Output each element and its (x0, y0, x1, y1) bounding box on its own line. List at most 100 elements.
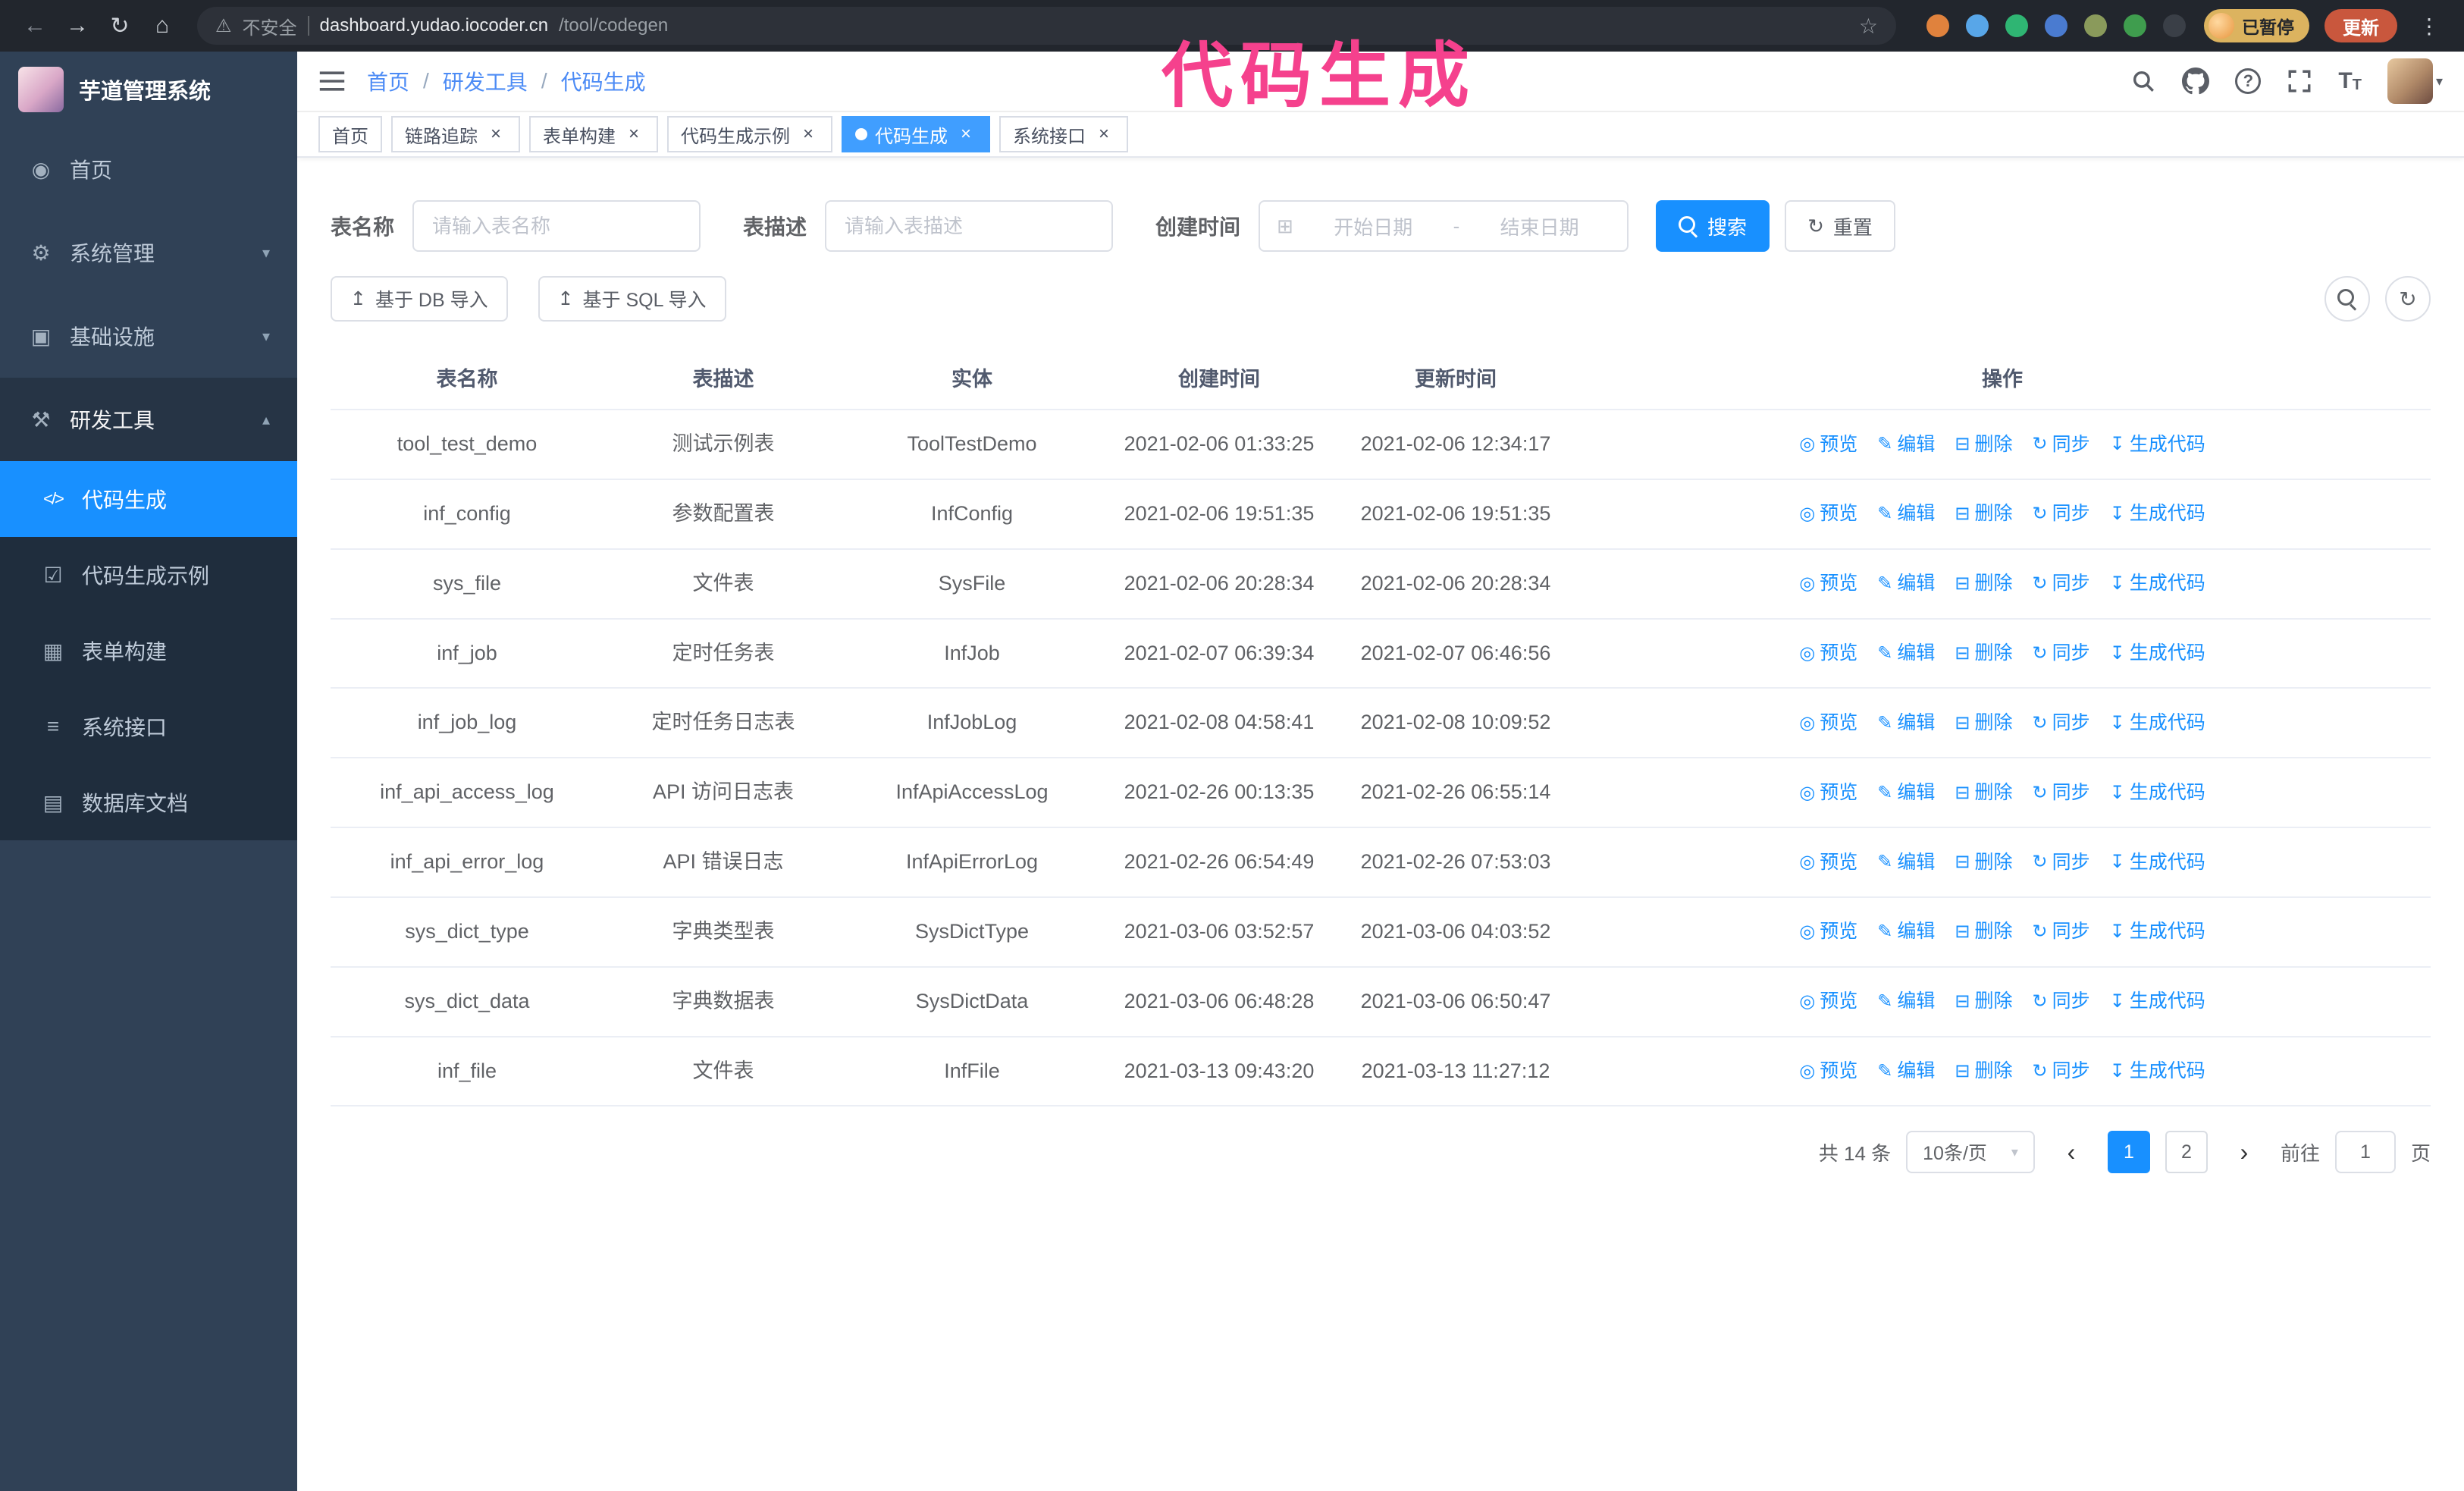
search-button[interactable]: 搜索 (1656, 200, 1770, 252)
preview-link[interactable]: ◎ 预览 (1799, 430, 1857, 460)
preview-link[interactable]: ◎ 预览 (1799, 917, 1857, 946)
sidebar-item-system-api[interactable]: ≡ 系统接口 (0, 689, 297, 764)
bookmark-star-icon[interactable]: ☆ (1859, 14, 1878, 39)
extension-icon[interactable] (2124, 14, 2146, 37)
menu-kebab-icon[interactable]: ⋮ (2409, 6, 2449, 46)
refresh-table-button[interactable]: ↻ (2385, 276, 2431, 322)
forward-button[interactable]: → (58, 6, 97, 46)
preview-link[interactable]: ◎ 预览 (1799, 987, 1857, 1016)
reset-button[interactable]: ↻ 重置 (1785, 200, 1895, 252)
github-icon[interactable] (2182, 67, 2210, 95)
font-size-icon[interactable]: TT (2338, 68, 2362, 94)
tab-codegen[interactable]: 代码生成 × (842, 116, 990, 152)
preview-link[interactable]: ◎ 预览 (1799, 778, 1857, 808)
delete-link[interactable]: ⊟ 删除 (1955, 430, 2012, 460)
tab-close-icon[interactable]: × (1093, 124, 1114, 145)
generate-code-link[interactable]: ↧ 生成代码 (2110, 848, 2205, 877)
sidebar-item-devtools[interactable]: ⚒ 研发工具 ▴ (0, 378, 297, 461)
sync-link[interactable]: ↻ 同步 (2032, 569, 2089, 598)
address-bar[interactable]: ⚠ 不安全 dashboard.yudao.iocoder.cn /tool/c… (197, 7, 1896, 45)
preview-link[interactable]: ◎ 预览 (1799, 499, 1857, 529)
edit-link[interactable]: ✎ 编辑 (1877, 917, 1935, 946)
sync-link[interactable]: ↻ 同步 (2032, 499, 2089, 529)
delete-link[interactable]: ⊟ 删除 (1955, 987, 2012, 1016)
tab-close-icon[interactable]: × (955, 124, 977, 145)
sync-link[interactable]: ↻ 同步 (2032, 639, 2089, 668)
home-button[interactable]: ⌂ (143, 6, 182, 46)
sidebar-item-home[interactable]: ◉ 首页 (0, 127, 297, 211)
preview-link[interactable]: ◎ 预览 (1799, 1056, 1857, 1086)
tab-home[interactable]: 首页 (318, 116, 382, 152)
edit-link[interactable]: ✎ 编辑 (1877, 987, 1935, 1016)
toggle-search-button[interactable] (2324, 276, 2370, 322)
sidebar-item-db-doc[interactable]: ▤ 数据库文档 (0, 764, 297, 840)
next-page-button[interactable]: › (2223, 1131, 2265, 1173)
edit-link[interactable]: ✎ 编辑 (1877, 639, 1935, 668)
sync-link[interactable]: ↻ 同步 (2032, 1056, 2089, 1086)
sync-link[interactable]: ↻ 同步 (2032, 987, 2089, 1016)
edit-link[interactable]: ✎ 编辑 (1877, 708, 1935, 738)
generate-code-link[interactable]: ↧ 生成代码 (2110, 1056, 2205, 1086)
delete-link[interactable]: ⊟ 删除 (1955, 1056, 2012, 1086)
generate-code-link[interactable]: ↧ 生成代码 (2110, 778, 2205, 808)
goto-page-input[interactable] (2334, 1131, 2396, 1174)
generate-code-link[interactable]: ↧ 生成代码 (2110, 917, 2205, 946)
import-sql-button[interactable]: ↥ 基于 SQL 导入 (538, 276, 726, 322)
table-name-input[interactable] (412, 200, 701, 252)
update-button[interactable]: 更新 (2324, 9, 2397, 42)
extension-icon[interactable] (1966, 14, 1989, 37)
sidebar-item-system[interactable]: ⚙ 系统管理 ▾ (0, 211, 297, 294)
page-size-select[interactable]: 10条/页 ▾ (1906, 1131, 2035, 1174)
breadcrumb-devtools[interactable]: 研发工具 (443, 66, 528, 96)
security-label[interactable]: 不安全 (243, 13, 297, 39)
delete-link[interactable]: ⊟ 删除 (1955, 499, 2012, 529)
extension-icon[interactable] (2084, 14, 2107, 37)
tab-close-icon[interactable]: × (485, 124, 506, 145)
delete-link[interactable]: ⊟ 删除 (1955, 569, 2012, 598)
delete-link[interactable]: ⊟ 删除 (1955, 778, 2012, 808)
tab-close-icon[interactable]: × (623, 124, 644, 145)
date-range-picker[interactable]: ⊞ 开始日期 - 结束日期 (1259, 200, 1629, 252)
user-avatar[interactable]: ▾ (2387, 58, 2443, 104)
back-button[interactable]: ← (15, 6, 55, 46)
delete-link[interactable]: ⊟ 删除 (1955, 848, 2012, 877)
reload-button[interactable]: ↻ (100, 6, 140, 46)
edit-link[interactable]: ✎ 编辑 (1877, 848, 1935, 877)
tab-close-icon[interactable]: × (798, 124, 819, 145)
hamburger-icon[interactable] (318, 70, 346, 93)
edit-link[interactable]: ✎ 编辑 (1877, 499, 1935, 529)
page-1-button[interactable]: 1 (2107, 1131, 2150, 1174)
sync-link[interactable]: ↻ 同步 (2032, 848, 2089, 877)
preview-link[interactable]: ◎ 预览 (1799, 708, 1857, 738)
extension-icon[interactable] (2045, 14, 2067, 37)
tab-trace[interactable]: 链路追踪 × (391, 116, 520, 152)
page-2-button[interactable]: 2 (2165, 1131, 2208, 1174)
search-icon[interactable] (2130, 68, 2156, 94)
extension-icon[interactable] (1926, 14, 1949, 37)
prev-page-button[interactable]: ‹ (2050, 1131, 2093, 1173)
fullscreen-icon[interactable] (2287, 68, 2312, 94)
preview-link[interactable]: ◎ 预览 (1799, 639, 1857, 668)
sync-link[interactable]: ↻ 同步 (2032, 778, 2089, 808)
import-db-button[interactable]: ↥ 基于 DB 导入 (331, 276, 508, 322)
tab-form-builder[interactable]: 表单构建 × (529, 116, 658, 152)
tab-system-api[interactable]: 系统接口 × (999, 116, 1128, 152)
generate-code-link[interactable]: ↧ 生成代码 (2110, 430, 2205, 460)
sidebar-item-infra[interactable]: ▣ 基础设施 ▾ (0, 294, 297, 378)
generate-code-link[interactable]: ↧ 生成代码 (2110, 708, 2205, 738)
sidebar-item-codegen[interactable]: </> 代码生成 (0, 461, 297, 537)
edit-link[interactable]: ✎ 编辑 (1877, 430, 1935, 460)
generate-code-link[interactable]: ↧ 生成代码 (2110, 639, 2205, 668)
sidebar-item-codegen-example[interactable]: ☑ 代码生成示例 (0, 537, 297, 613)
generate-code-link[interactable]: ↧ 生成代码 (2110, 499, 2205, 529)
sync-link[interactable]: ↻ 同步 (2032, 917, 2089, 946)
sync-link[interactable]: ↻ 同步 (2032, 430, 2089, 460)
preview-link[interactable]: ◎ 预览 (1799, 848, 1857, 877)
delete-link[interactable]: ⊟ 删除 (1955, 917, 2012, 946)
profile-paused-badge[interactable]: 已暂停 (2204, 9, 2309, 42)
breadcrumb-home[interactable]: 首页 (367, 66, 409, 96)
help-icon[interactable]: ? (2235, 68, 2262, 94)
preview-link[interactable]: ◎ 预览 (1799, 569, 1857, 598)
generate-code-link[interactable]: ↧ 生成代码 (2110, 569, 2205, 598)
tab-codegen-example[interactable]: 代码生成示例 × (667, 116, 832, 152)
